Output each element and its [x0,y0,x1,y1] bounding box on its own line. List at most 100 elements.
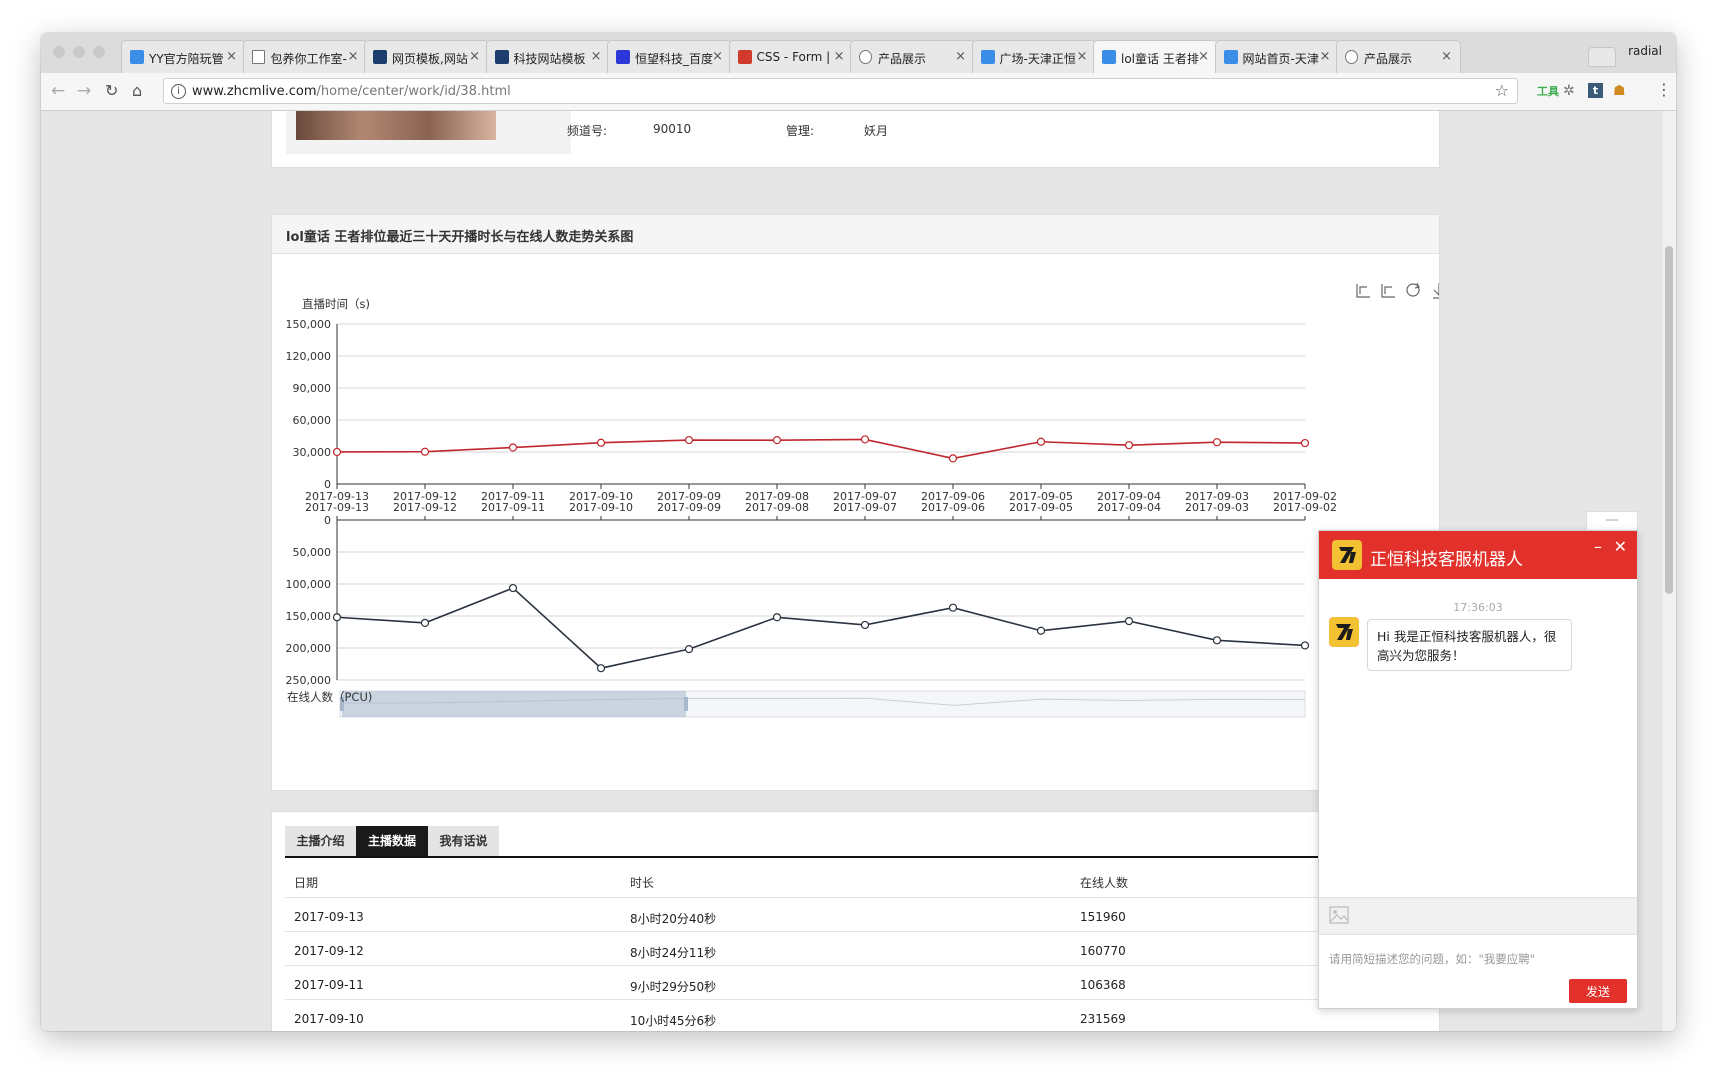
bottom-x-tick-label: 2017-09-03 [1185,501,1249,514]
reload-icon[interactable]: ↻ [105,81,118,100]
url-host: www.zhcmlive.com [192,84,317,99]
chat-header: 正恒科技客服机器人 – ✕ [1319,531,1637,579]
tab-close-icon[interactable]: × [591,49,602,64]
browser-tab[interactable]: 广场-天津正恒 × [971,40,1097,73]
browser-tab[interactable]: 网页模板,网站 × [364,40,489,73]
duration-point [948,454,958,463]
viewers-series-line [336,587,1306,670]
tab-close-icon[interactable]: × [1320,49,1331,64]
bottom-y-tick-label: 150,000 [286,610,332,623]
duration-point [772,436,782,445]
tab-anchor-intro[interactable]: 主播介绍 [285,826,356,856]
profile-panel: 频道号: 90010 管理: 妖月 [271,111,1440,168]
bottom-x-tick-label: 2017-09-08 [745,501,809,514]
restore-icon[interactable] [1406,282,1420,297]
tab-close-icon[interactable]: × [834,49,845,64]
forward-icon[interactable]: → [77,81,91,101]
tab-comments[interactable]: 我有话说 [428,826,499,856]
home-icon[interactable]: ⌂ [132,81,142,100]
extension-icon-green[interactable]: 工具 [1537,83,1559,99]
column-header-date: 日期 [294,876,319,890]
tab-anchor-data[interactable]: 主播数据 [356,826,428,856]
browser-tab[interactable]: 包养你工作室- × [242,40,368,73]
url-text[interactable]: www.zhcmlive.com/home/center/work/id/38.… [192,84,511,99]
bottom-y-tick-label: 200,000 [286,642,332,655]
send-button[interactable]: 发送 [1569,979,1627,1003]
bottom-x-tick-label: 2017-09-06 [921,501,985,514]
tab-close-icon[interactable]: × [226,49,237,64]
browser-tab[interactable]: 产品展示 × [1336,40,1461,73]
window-close-dot[interactable] [53,46,65,58]
tab-close-icon[interactable]: × [348,49,359,64]
streamer-photo [296,111,496,140]
data-panel: 主播介绍 主播数据 我有话说 日期 时长 在线人数 2017-09-13 8小时2… [271,811,1445,1031]
window-zoom-dot[interactable] [93,46,105,58]
browser-tab[interactable]: YY官方陪玩管 × [121,40,246,73]
bottom-x-tick-label: 2017-09-09 [657,501,721,514]
site-info-icon[interactable]: i [171,84,186,99]
bottom-x-tick-label: 2017-09-10 [569,501,633,514]
image-upload-icon[interactable] [1329,906,1349,924]
tab-close-icon[interactable]: × [1077,49,1088,64]
tab-close-icon[interactable]: × [1198,49,1209,64]
browser-tab-label: CSS - Form | [756,50,831,64]
tab-close-icon[interactable]: × [469,49,480,64]
browser-tab[interactable]: 产品展示 × [850,40,975,73]
tumblr-extension-icon[interactable]: t [1588,83,1603,98]
browser-tab-label: 产品展示 [1364,52,1413,66]
channel-label: 频道号: [567,124,608,138]
viewers-point [1124,617,1134,626]
tab-close-icon[interactable]: × [1441,49,1452,64]
page-scrollbar[interactable] [1661,111,1676,1031]
globe-icon [859,50,872,64]
top-y-tick-label: 150,000 [286,318,332,331]
zoom-in-icon[interactable] [1356,284,1370,298]
bottom-x-tick-label: 2017-09-04 [1097,501,1161,514]
duration-point [1212,438,1222,447]
window-minimize-dot[interactable] [73,46,85,58]
viewers-point [1036,626,1046,635]
scrollbar-thumb[interactable] [1665,246,1673,594]
browser-tab[interactable]: 科技网站模板 × [485,40,611,73]
cell-duration: 10小时45分6秒 [630,1014,717,1028]
bottom-x-tick-label: 2017-09-02 [1273,501,1337,514]
cell-date: 2017-09-13 [294,910,364,924]
trend-chart: 直播时间（s) 150,000 120,000 90,000 60,000 30,000 0… [286,282,1439,718]
tab-close-icon[interactable]: × [712,49,723,64]
viewers-point [420,618,430,627]
browser-tab[interactable]: CSS - Form | × [728,40,854,73]
duration-point [420,447,430,456]
bottom-axis-label: 在线人数（PCU) [287,690,372,704]
profile-name[interactable]: radial [1628,44,1662,58]
zoom-reset-icon[interactable] [1381,284,1395,298]
cell-date: 2017-09-10 [294,1012,364,1026]
duration-point [1036,437,1046,446]
extension-icon-orange[interactable]: ☗ [1613,83,1626,99]
minimize-icon[interactable]: – [1594,537,1602,556]
company-logo-icon [1332,540,1362,570]
top-y-tick-label: 90,000 [293,382,332,395]
back-icon[interactable]: ← [51,81,65,101]
browser-tab[interactable]: 恒望科技_百度 × [607,40,732,73]
viewers-point [1300,641,1310,650]
chat-input-placeholder[interactable]: 请用简短描述您的问题，如："我要应聘" [1329,951,1535,967]
browser-tab[interactable]: 网站首页-天津 × [1214,40,1340,73]
datazoom-right-handle[interactable] [684,697,688,711]
chat-title: 正恒科技客服机器人 [1370,550,1523,570]
close-icon[interactable]: ✕ [1614,537,1627,556]
new-tab-button[interactable] [1588,47,1616,67]
datazoom-selected-range [342,691,686,717]
bookmark-star-icon[interactable]: ☆ [1495,81,1509,100]
gear-extension-icon[interactable]: ✲ [1563,83,1575,99]
viewers-point [684,645,694,654]
admin-value: 妖月 [864,124,889,138]
menu-kebab-icon[interactable]: ⋮ [1656,80,1672,99]
browser-tab[interactable]: lol童话 王者排 × [1093,40,1218,74]
bottom-x-tick-label: 2017-09-13 [305,501,369,514]
download-icon[interactable] [1433,283,1439,299]
tab-close-icon[interactable]: × [955,49,966,64]
cell-duration: 8小时24分11秒 [630,946,717,960]
duration-point [332,447,342,457]
top-y-tick-label: 60,000 [293,414,332,427]
address-bar[interactable]: i www.zhcmlive.com/home/center/work/id/3… [163,78,1518,104]
